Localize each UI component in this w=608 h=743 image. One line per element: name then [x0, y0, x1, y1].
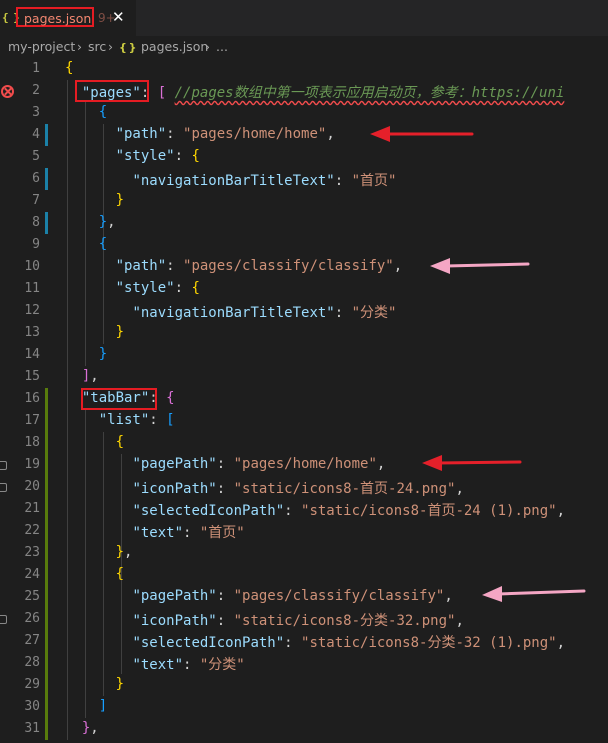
comment-text: //pages数组中第一项表示应用启动页，参考：https://uni	[174, 85, 565, 101]
code-line: 8 },	[32, 214, 116, 230]
breadcrumb-file[interactable]: pages.json	[141, 39, 208, 54]
code-line: 18 {	[24, 434, 125, 450]
code-line: 17 "list": [	[24, 412, 175, 428]
code-line: 14 }	[24, 346, 108, 362]
breadcrumb-folder[interactable]: src	[88, 39, 106, 54]
breadcrumb: my-project › src › { } pages.json › ...	[0, 36, 608, 58]
code-line: 3 {	[32, 104, 108, 120]
code-line: 12 "navigationBarTitleText": "分类"	[24, 303, 397, 321]
chevron-right-icon: ›	[108, 39, 113, 54]
code-line: 24 {	[24, 566, 125, 582]
code-line: 5 "style": {	[32, 148, 200, 164]
chevron-right-icon: ›	[205, 39, 210, 54]
breadcrumb-project[interactable]: my-project	[8, 39, 75, 54]
code-line: 4 "path": "pages/home/home",	[32, 126, 335, 142]
code-line: 29 }	[24, 676, 125, 692]
code-line: 6 "navigationBarTitleText": "首页"	[32, 171, 397, 189]
code-line: 13 }	[24, 324, 125, 340]
breadcrumb-ellipsis[interactable]: ...	[216, 39, 228, 54]
code-line: 7 }	[32, 192, 125, 208]
code-line: 30 ]	[24, 698, 108, 714]
code-line: 10 "path": "pages/classify/classify",	[24, 258, 403, 274]
code-line: 21 "selectedIconPath": "static/icons8-首页…	[24, 501, 566, 519]
code-line: 31 },	[24, 720, 99, 736]
code-line: 11 "style": {	[24, 280, 200, 296]
json-file-icon: { }	[119, 41, 136, 54]
code-line: 22 "text": "首页"	[24, 523, 245, 541]
tab-bar: { } pages.json 9+ ✕	[0, 0, 608, 36]
code-line: 27 "selectedIconPath": "static/icons8-分类…	[24, 633, 566, 651]
code-line: 15 ],	[24, 368, 99, 384]
code-line: 20 "iconPath": "static/icons8-首页-24.png"…	[0, 476, 608, 498]
code-line: 19 "pagePath": "pages/home/home",	[0, 454, 608, 476]
code-line: 25 "pagePath": "pages/classify/classify"…	[24, 588, 453, 604]
close-icon[interactable]: ✕	[112, 8, 125, 26]
code-line: 23 },	[24, 544, 133, 560]
tab-filename: pages.json	[24, 11, 92, 26]
code-editor[interactable]: 1 { 2 "pages": [ //pages数组中第一项表示应用启动页，参考…	[0, 58, 608, 743]
code-line: 26 "iconPath": "static/icons8-分类-32.png"…	[0, 608, 608, 630]
code-line: 1 {	[32, 60, 74, 76]
code-line: 28 "text": "分类"	[24, 655, 245, 673]
annotation-highlight-box	[81, 388, 157, 410]
code-line: 9 {	[32, 236, 108, 252]
annotation-highlight-box	[75, 80, 149, 102]
chevron-right-icon: ›	[77, 39, 82, 54]
tab-pages-json[interactable]: { } pages.json 9+ ✕	[0, 0, 136, 36]
